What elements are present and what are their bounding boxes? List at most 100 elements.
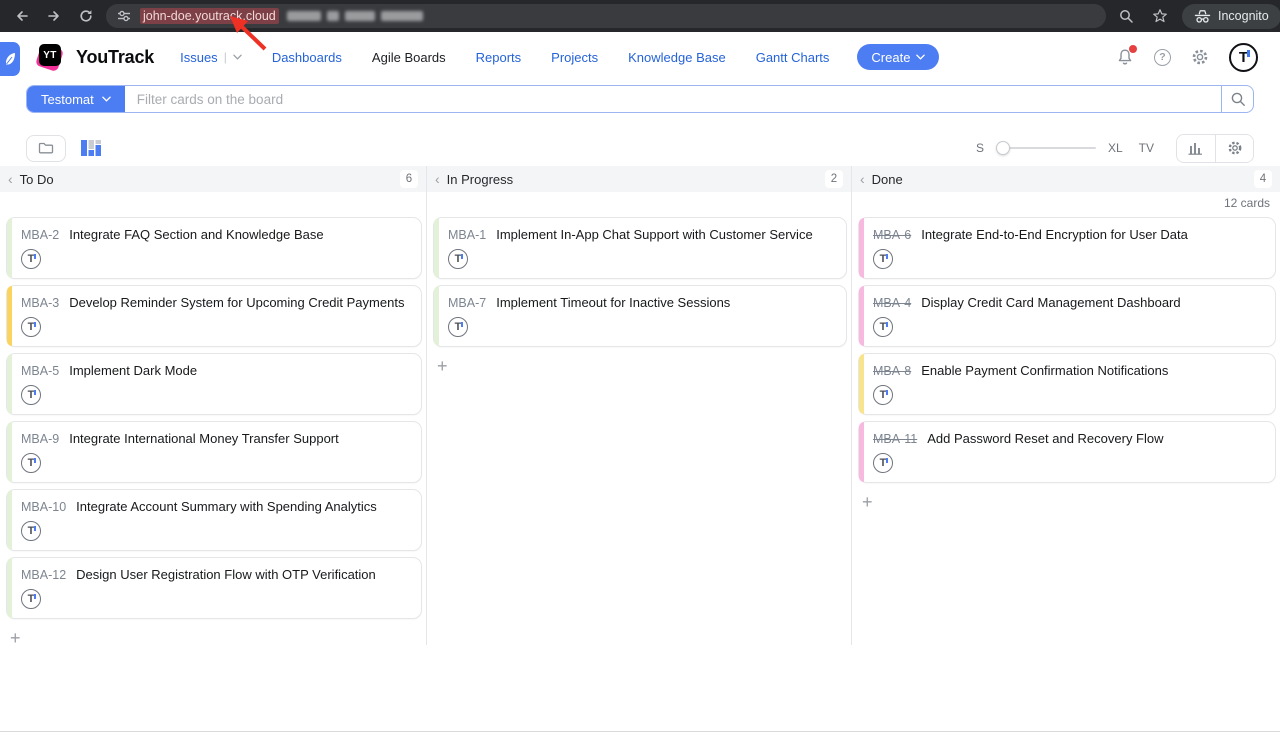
url-redacted-blur xyxy=(287,11,423,21)
issue-title[interactable]: Integrate FAQ Section and Knowledge Base xyxy=(69,227,323,242)
assignee-avatar[interactable]: T xyxy=(873,317,893,337)
assignee-avatar[interactable]: T xyxy=(873,385,893,405)
board-settings-button[interactable] xyxy=(1215,135,1253,162)
quill-extension-tab[interactable] xyxy=(0,42,20,76)
assignee-avatar[interactable]: T xyxy=(21,521,41,541)
zoom-icon[interactable] xyxy=(1114,4,1138,28)
issue-id[interactable]: MBA-4 xyxy=(873,296,911,310)
assignee-avatar[interactable]: T xyxy=(448,249,468,269)
issue-id[interactable]: MBA-3 xyxy=(21,296,59,310)
youtrack-brand[interactable]: YT YouTrack xyxy=(36,42,154,72)
issue-card[interactable]: MBA-11 Add Password Reset and Recovery Fl… xyxy=(858,421,1276,483)
issue-id[interactable]: MBA-10 xyxy=(21,500,66,514)
assignee-avatar[interactable]: T xyxy=(21,385,41,405)
issue-card[interactable]: MBA-4 Display Credit Card Management Dash… xyxy=(858,285,1276,347)
issue-title[interactable]: Add Password Reset and Recovery Flow xyxy=(927,431,1163,446)
size-large-label: XL xyxy=(1108,141,1123,155)
assignee-avatar[interactable]: T xyxy=(873,453,893,473)
chart-button[interactable] xyxy=(1177,135,1215,162)
assignee-avatar[interactable]: T xyxy=(873,249,893,269)
notifications-bell-icon[interactable] xyxy=(1116,48,1134,67)
issue-card[interactable]: MBA-10 Integrate Account Summary with Spe… xyxy=(6,489,422,551)
issue-id[interactable]: MBA-7 xyxy=(448,296,486,310)
size-small-label: S xyxy=(976,141,984,155)
incognito-icon xyxy=(1194,9,1211,24)
tv-mode-label[interactable]: TV xyxy=(1139,141,1154,155)
browser-actions: Incognito ⋮ xyxy=(1114,4,1280,29)
nav-knowledge-base[interactable]: Knowledge Base xyxy=(628,50,726,65)
issue-title[interactable]: Display Credit Card Management Dashboard xyxy=(921,295,1180,310)
issue-card[interactable]: MBA-2 Integrate FAQ Section and Knowledge… xyxy=(6,217,422,279)
user-avatar[interactable]: T xyxy=(1229,43,1258,72)
browser-back-icon[interactable] xyxy=(10,4,34,28)
settings-gear-icon[interactable] xyxy=(1191,48,1209,66)
collapse-column-icon[interactable]: ‹ xyxy=(860,172,865,186)
help-icon[interactable]: ? xyxy=(1154,49,1171,66)
issue-card[interactable]: MBA-6 Integrate End-to-End Encryption for… xyxy=(858,217,1276,279)
add-card-button[interactable]: + xyxy=(437,357,448,375)
sprint-folder-button[interactable] xyxy=(26,135,66,162)
address-bar[interactable]: john-doe.youtrack.cloud xyxy=(106,4,1106,28)
add-card-button[interactable]: + xyxy=(10,629,21,647)
issue-card[interactable]: MBA-7 Implement Timeout for Inactive Sess… xyxy=(433,285,847,347)
issue-title[interactable]: Integrate End-to-End Encryption for User… xyxy=(921,227,1188,242)
issue-card[interactable]: MBA-1 Implement In-App Chat Support with … xyxy=(433,217,847,279)
incognito-badge[interactable]: Incognito xyxy=(1182,4,1280,29)
issue-id[interactable]: MBA-9 xyxy=(21,432,59,446)
column-in-progress: ‹ In Progress 2 MBA-1Implement In-App Ch… xyxy=(427,166,852,645)
bookmark-star-icon[interactable] xyxy=(1148,4,1172,28)
collapse-column-icon[interactable]: ‹ xyxy=(8,172,13,186)
stacked-chart-view-icon[interactable] xyxy=(80,138,102,158)
issue-card[interactable]: MBA-8 Enable Payment Confirmation Notific… xyxy=(858,353,1276,415)
assignee-avatar[interactable]: T xyxy=(21,317,41,337)
issue-id[interactable]: MBA-12 xyxy=(21,568,66,582)
browser-forward-icon[interactable] xyxy=(42,4,66,28)
issue-title[interactable]: Implement In-App Chat Support with Custo… xyxy=(496,227,812,242)
issue-id[interactable]: MBA-6 xyxy=(873,228,911,242)
assignee-avatar[interactable]: T xyxy=(21,589,41,609)
youtrack-logo-icon: YT xyxy=(36,42,66,72)
browser-reload-icon[interactable] xyxy=(74,4,98,28)
assignee-avatar[interactable]: T xyxy=(21,249,41,269)
priority-stripe xyxy=(859,218,864,278)
slider-knob[interactable] xyxy=(996,141,1010,155)
nav-issues[interactable]: Issues | xyxy=(180,50,242,65)
url-text[interactable]: john-doe.youtrack.cloud xyxy=(140,8,279,24)
nav-gantt-charts[interactable]: Gantt Charts xyxy=(756,50,830,65)
nav-dashboards[interactable]: Dashboards xyxy=(272,50,342,65)
issue-id[interactable]: MBA-2 xyxy=(21,228,59,242)
issue-card[interactable]: MBA-12 Design User Registration Flow with… xyxy=(6,557,422,619)
issue-id[interactable]: MBA-11 xyxy=(873,432,917,446)
assignee-avatar[interactable]: T xyxy=(448,317,468,337)
issue-id[interactable]: MBA-8 xyxy=(873,364,911,378)
site-info-icon[interactable] xyxy=(116,8,132,24)
priority-stripe xyxy=(859,354,864,414)
issue-card[interactable]: MBA-9 Integrate International Money Trans… xyxy=(6,421,422,483)
nav-projects[interactable]: Projects xyxy=(551,50,598,65)
issue-title[interactable]: Implement Dark Mode xyxy=(69,363,197,378)
issue-title[interactable]: Integrate Account Summary with Spending … xyxy=(76,499,377,514)
page-bottom-divider xyxy=(0,731,1280,732)
issue-title[interactable]: Develop Reminder System for Upcoming Cre… xyxy=(69,295,404,310)
collapse-column-icon[interactable]: ‹ xyxy=(435,172,440,186)
issue-card[interactable]: MBA-5 Implement Dark Mode T xyxy=(6,353,422,415)
issue-title[interactable]: Implement Timeout for Inactive Sessions xyxy=(496,295,730,310)
search-button[interactable] xyxy=(1221,86,1253,112)
filter-cards-input[interactable] xyxy=(125,86,1221,112)
add-card-button[interactable]: + xyxy=(862,493,873,511)
nav-reports[interactable]: Reports xyxy=(476,50,522,65)
board-toolbar: Testomat xyxy=(26,85,1254,113)
issue-id[interactable]: MBA-5 xyxy=(21,364,59,378)
issue-title[interactable]: Design User Registration Flow with OTP V… xyxy=(76,567,376,582)
issue-title[interactable]: Enable Payment Confirmation Notification… xyxy=(921,363,1168,378)
search-icon xyxy=(1230,91,1246,107)
card-size-slider[interactable] xyxy=(996,141,1096,155)
agile-board: 12 cards ‹ To Do 6 MBA-2Integrate FAQ Se… xyxy=(0,166,1280,645)
issue-card[interactable]: MBA-3 Develop Reminder System for Upcomin… xyxy=(6,285,422,347)
issue-id[interactable]: MBA-1 xyxy=(448,228,486,242)
board-selector-button[interactable]: Testomat xyxy=(27,86,125,112)
nav-agile-boards[interactable]: Agile Boards xyxy=(372,50,446,65)
assignee-avatar[interactable]: T xyxy=(21,453,41,473)
create-button[interactable]: Create xyxy=(857,44,939,70)
issue-title[interactable]: Integrate International Money Transfer S… xyxy=(69,431,339,446)
